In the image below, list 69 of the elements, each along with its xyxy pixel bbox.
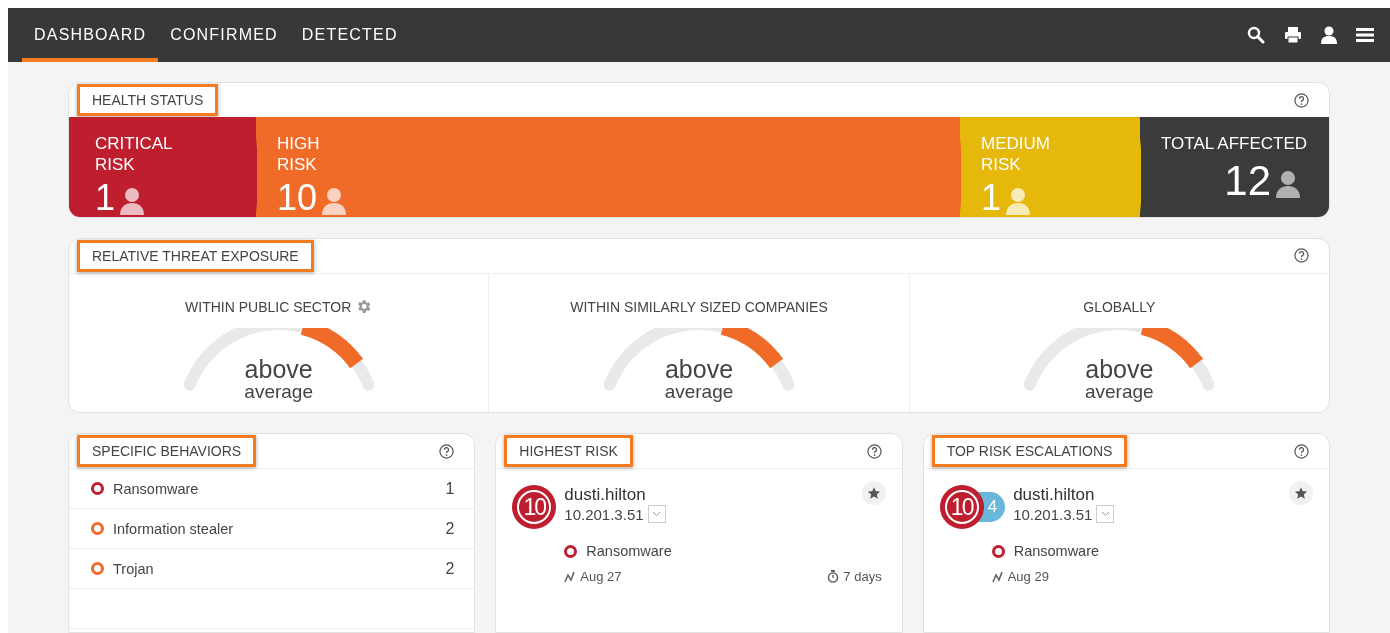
gear-icon[interactable] [355, 298, 373, 316]
section-title: SPECIFIC BEHAVIORS [77, 435, 257, 467]
star-icon [866, 486, 881, 500]
risk-segment[interactable]: CRITICAL RISK 1 [69, 117, 251, 217]
behavior-count: 1 [445, 479, 455, 498]
ip-address: 10.201.3.51 [564, 505, 644, 523]
behavior-name: Ransomware [1013, 543, 1100, 559]
behavior-count: 2 [445, 559, 455, 578]
nav-tab[interactable]: DETECTED [289, 8, 410, 62]
gauge-label: GLOBALLY [1083, 298, 1156, 315]
section-title: HEALTH STATUS [77, 84, 219, 116]
gauge-value: above [244, 355, 313, 382]
person-icon [1275, 170, 1301, 200]
behavior-name: Ransomware [113, 480, 200, 497]
star-icon [1294, 486, 1308, 500]
menu-icon[interactable] [1356, 27, 1374, 43]
risk-score-badge: 10 [939, 485, 984, 529]
ip-address: 10.201.3.51 [1013, 505, 1093, 523]
risk-segment[interactable]: TOTAL AFFECTED 12 [1135, 117, 1329, 217]
user-name[interactable]: dusti.hilton [564, 485, 666, 505]
gauge-value: above [664, 355, 734, 382]
person-icon [321, 187, 348, 217]
help-icon[interactable] [1294, 443, 1309, 459]
segment-count: 1 [981, 179, 1002, 217]
person-icon [1005, 187, 1032, 217]
behavior-row[interactable]: Information stealer 2 [69, 509, 475, 549]
event-date: Aug 29 [1007, 569, 1049, 584]
section-title: HIGHEST RISK [504, 435, 633, 467]
help-icon[interactable] [439, 443, 455, 459]
gauge-label: WITHIN PUBLIC SECTOR [185, 298, 352, 315]
user-name[interactable]: dusti.hilton [1013, 485, 1115, 505]
gauge-label: WITHIN SIMILARLY SIZED COMPANIES [570, 298, 828, 315]
gauge-value: above [1085, 355, 1154, 382]
user-icon[interactable] [1321, 26, 1337, 44]
stopwatch-icon [827, 570, 840, 583]
segment-label: CRITICAL RISK [95, 133, 172, 175]
print-icon[interactable] [1284, 26, 1302, 44]
event-date: Aug 27 [580, 569, 622, 584]
segment-label: MEDIUM RISK [981, 133, 1050, 175]
behavior-count: 2 [445, 519, 455, 538]
nav-tab[interactable]: CONFIRMED [158, 8, 290, 62]
behavior-row[interactable]: Ransomware 1 [69, 469, 475, 509]
section-title: RELATIVE THREAT EXPOSURE [77, 239, 314, 272]
help-icon[interactable] [1294, 92, 1309, 108]
segment-count: 12 [1224, 162, 1271, 200]
risk-score-badge: 10 [512, 485, 557, 529]
segment-label: HIGH RISK [277, 133, 320, 175]
gauge-caption: average [664, 381, 734, 402]
trend-icon [991, 570, 1004, 583]
segment-count: 1 [95, 179, 116, 217]
gauge-caption: average [1084, 381, 1154, 402]
segment-count: 10 [277, 179, 318, 217]
chevron-down-icon [652, 511, 662, 517]
section-title: TOP RISK ESCALATIONS [931, 435, 1128, 467]
favorite-button[interactable] [1289, 481, 1313, 505]
segment-label: TOTAL AFFECTED [1161, 133, 1309, 154]
behavior-name: Ransomware [586, 543, 672, 559]
gauge-caption: average [244, 381, 313, 402]
help-icon[interactable] [1294, 248, 1309, 264]
behavior-row[interactable]: Trojan 2 [69, 549, 475, 589]
help-icon[interactable] [866, 443, 882, 459]
favorite-button[interactable] [861, 481, 886, 505]
behavior-name: Trojan [113, 560, 155, 577]
duration: 7 days [843, 569, 882, 584]
person-icon [119, 187, 146, 217]
trend-icon [564, 570, 577, 583]
chevron-down-icon [1100, 511, 1110, 517]
search-icon[interactable] [1247, 26, 1265, 44]
behavior-name: Information stealer [113, 520, 235, 537]
